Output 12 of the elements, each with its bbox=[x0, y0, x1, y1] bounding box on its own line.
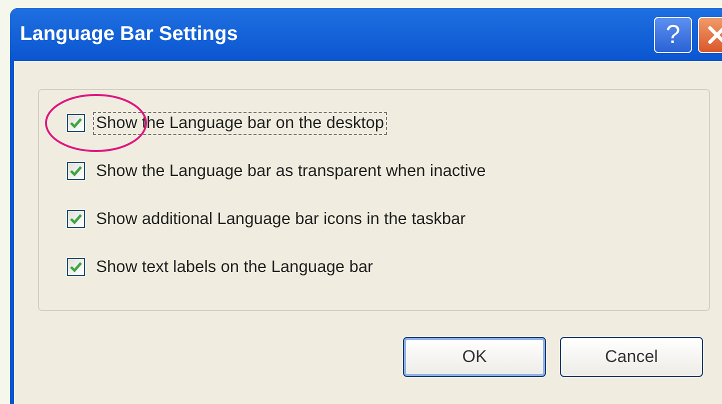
dialog-button[interactable]: OK bbox=[403, 337, 546, 377]
checkbox-label[interactable]: Show text labels on the Language bar bbox=[93, 256, 376, 278]
help-button[interactable]: ? bbox=[654, 16, 692, 52]
window-title: Language Bar Settings bbox=[20, 23, 238, 46]
checkbox[interactable] bbox=[67, 114, 85, 132]
checkbox[interactable] bbox=[67, 210, 85, 228]
close-icon bbox=[706, 24, 722, 46]
checkbox[interactable] bbox=[67, 162, 85, 180]
checkbox-label[interactable]: Show the Language bar as transparent when inactive bbox=[93, 160, 489, 182]
checkbox-label[interactable]: Show additional Language bar icons in the taskbar bbox=[93, 208, 469, 230]
dialog-button[interactable]: Cancel bbox=[560, 337, 703, 377]
checkbox[interactable] bbox=[67, 258, 85, 276]
